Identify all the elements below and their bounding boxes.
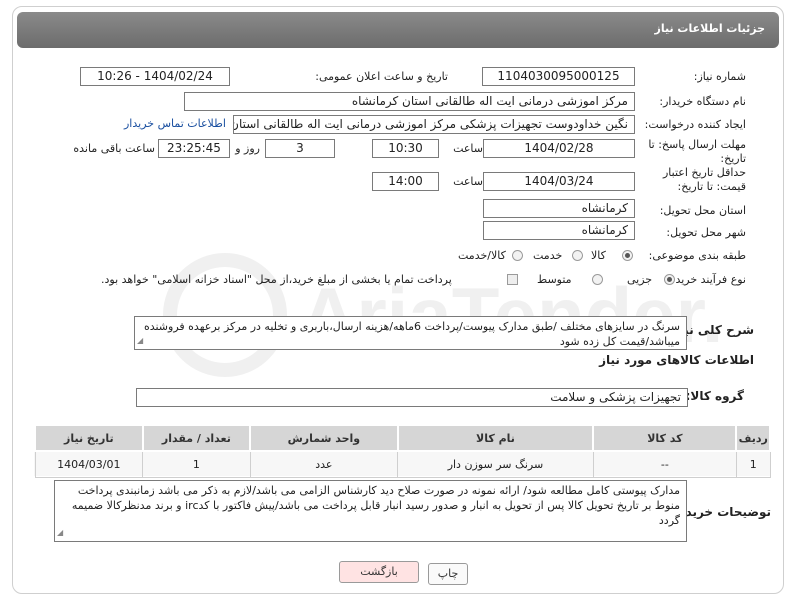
days-field: 3 — [265, 139, 335, 158]
creator-field: نگین خداودوست تجهیزات پزشکی مرکز اموزشی … — [233, 115, 635, 134]
print-button[interactable]: چاپ — [428, 563, 468, 585]
cell-name: سرنگ سر سوزن دار — [397, 450, 594, 478]
cell-code: -- — [592, 450, 737, 478]
validity-time-label: ساعت — [453, 175, 483, 188]
items-table: ردیف کد کالا نام کالا واحد شمارش تعداد /… — [34, 424, 771, 478]
goods-group-label: گروه کالا: — [685, 389, 744, 403]
treasury-payment-checkbox[interactable] — [507, 274, 518, 285]
col-row-header: ردیف — [735, 424, 771, 452]
resize-handle-icon[interactable]: ◢ — [57, 525, 63, 540]
cell-unit: عدد — [249, 450, 399, 478]
process-radio-minor[interactable] — [664, 274, 675, 285]
validity-date-field: 1404/03/24 — [483, 172, 635, 191]
summary-textarea[interactable]: سرنگ در سایزهای مختلف /طبق مدارک پیوست/پ… — [134, 316, 687, 350]
deadline-date-field: 1404/02/28 — [483, 139, 635, 158]
buyer-label: نام دستگاه خریدار: — [659, 95, 746, 108]
remaining-time-field: 23:25:45 — [158, 139, 230, 158]
cell-row: 1 — [735, 450, 771, 478]
process-label: نوع فرآیند خرید : — [668, 273, 746, 286]
category-radio-service[interactable] — [572, 250, 583, 261]
col-name-header: نام کالا — [396, 424, 595, 452]
summary-text: سرنگ در سایزهای مختلف /طبق مدارک پیوست/پ… — [143, 320, 680, 348]
col-qty-header: تعداد / مقدار — [141, 424, 252, 452]
cell-qty: 1 — [142, 450, 251, 478]
province-label: استان محل تحویل: — [659, 204, 746, 217]
need-number-label: شماره نیاز: — [693, 70, 746, 83]
remaining-label: ساعت باقی مانده — [73, 142, 155, 155]
city-label: شهر محل تحویل: — [666, 226, 746, 239]
buyer-notes-textarea[interactable]: مدارک پیوستی کامل مطالعه شود/ ارائه نمون… — [54, 480, 687, 542]
validity-label: حداقل تاریخ اعتبار قیمت: تا تاریخ: — [662, 166, 746, 193]
category-label: طبقه بندی موضوعی: — [648, 249, 746, 262]
city-field: کرمانشاه — [483, 221, 635, 240]
treasury-payment-note: پرداخت تمام یا بخشی از مبلغ خرید،از محل … — [101, 273, 452, 286]
table-row: 1 -- سرنگ سر سوزن دار عدد 1 1404/03/01 — [34, 450, 771, 478]
buyer-notes-text: مدارک پیوستی کامل مطالعه شود/ ارائه نمون… — [71, 484, 680, 527]
col-code-header: کد کالا — [592, 424, 738, 452]
deadline-label: مهلت ارسال پاسخ: تا تاریخ: — [648, 138, 746, 165]
validity-time-field: 14:00 — [372, 172, 439, 191]
deadline-time-field: 10:30 — [372, 139, 439, 158]
province-field: کرمانشاه — [483, 199, 635, 218]
process-option-medium: متوسط — [537, 273, 572, 286]
resize-handle-icon[interactable]: ◢ — [137, 333, 143, 348]
deadline-time-label: ساعت — [453, 142, 483, 155]
buyer-contact-link[interactable]: اطلاعات تماس خریدار — [124, 117, 226, 130]
goods-section-title: اطلاعات کالاهای مورد نیاز — [599, 353, 754, 367]
category-radio-goods-service[interactable] — [512, 250, 523, 261]
buyer-field: مرکز اموزشی درمانی ایت اله طالقانی استان… — [184, 92, 635, 111]
col-date-header: تاریخ نیاز — [34, 424, 144, 452]
process-radio-medium[interactable] — [592, 274, 603, 285]
panel-title: جزئیات اطلاعات نیاز — [654, 22, 766, 35]
back-button[interactable]: بازگشت — [339, 561, 419, 583]
panel-header: جزئیات اطلاعات نیاز — [17, 12, 779, 48]
need-number-field: 1104030095000125 — [482, 67, 635, 86]
announce-datetime-field: 1404/02/24 - 10:26 — [80, 67, 230, 86]
category-option-goods: کالا — [591, 249, 606, 262]
process-option-minor: جزیی — [627, 273, 653, 286]
category-radio-goods[interactable] — [622, 250, 633, 261]
days-label: روز و — [235, 142, 260, 155]
cell-date: 1404/03/01 — [34, 450, 144, 478]
goods-group-field: تجهیزات پزشکی و سلامت — [136, 388, 688, 407]
col-unit-header: واحد شمارش — [249, 424, 399, 452]
category-option-service: خدمت — [533, 249, 563, 262]
creator-label: ایجاد کننده درخواست: — [644, 118, 746, 131]
announce-label: تاریخ و ساعت اعلان عمومی: — [315, 70, 448, 83]
category-option-goods-service: کالا/خدمت — [458, 249, 506, 262]
